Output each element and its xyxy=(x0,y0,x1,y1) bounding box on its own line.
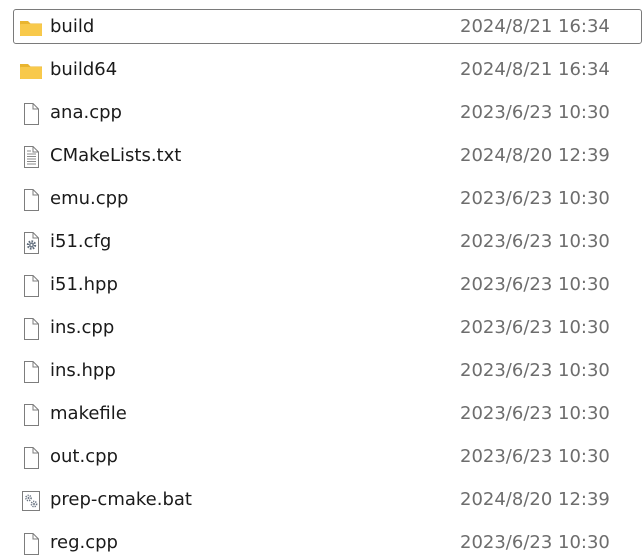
file-icon xyxy=(18,317,44,341)
file-modified-date: 2023/6/23 10:30 xyxy=(460,188,610,209)
text-file-icon xyxy=(18,145,44,169)
file-modified-date: 2024/8/21 16:34 xyxy=(460,59,610,80)
folder-icon xyxy=(18,59,44,83)
file-name: reg.cpp xyxy=(50,532,118,553)
file-name: CMakeLists.txt xyxy=(50,145,182,166)
file-row[interactable]: build64 2024/8/21 16:34 xyxy=(13,52,642,87)
file-modified-date: 2023/6/23 10:30 xyxy=(460,274,610,295)
file-row[interactable]: ana.cpp 2023/6/23 10:30 xyxy=(13,95,642,130)
file-row[interactable]: ins.hpp 2023/6/23 10:30 xyxy=(13,353,642,388)
file-modified-date: 2024/8/20 12:39 xyxy=(460,145,610,166)
file-name: emu.cpp xyxy=(50,188,129,209)
file-row[interactable]: prep-cmake.bat 2024/8/20 12:39 xyxy=(13,482,642,517)
file-row[interactable]: makefile 2023/6/23 10:30 xyxy=(13,396,642,431)
file-name: prep-cmake.bat xyxy=(50,489,192,510)
file-row[interactable]: out.cpp 2023/6/23 10:30 xyxy=(13,439,642,474)
folder-icon xyxy=(18,16,44,40)
file-modified-date: 2023/6/23 10:30 xyxy=(460,403,610,424)
config-file-icon xyxy=(18,231,44,255)
file-icon xyxy=(18,360,44,384)
file-name: ins.cpp xyxy=(50,317,115,338)
file-modified-date: 2024/8/20 12:39 xyxy=(460,489,610,510)
file-name: i51.hpp xyxy=(50,274,118,295)
file-icon xyxy=(18,274,44,298)
file-icon xyxy=(18,102,44,126)
file-name: out.cpp xyxy=(50,446,118,467)
file-name: build xyxy=(50,16,95,37)
file-modified-date: 2023/6/23 10:30 xyxy=(460,231,610,252)
file-row[interactable]: i51.hpp 2023/6/23 10:30 xyxy=(13,267,642,302)
file-row[interactable]: ins.cpp 2023/6/23 10:30 xyxy=(13,310,642,345)
file-modified-date: 2024/8/21 16:34 xyxy=(460,16,610,37)
file-row[interactable]: i51.cfg 2023/6/23 10:30 xyxy=(13,224,642,259)
file-name: ana.cpp xyxy=(50,102,122,123)
file-name: build64 xyxy=(50,59,118,80)
file-name: ins.hpp xyxy=(50,360,116,381)
file-row[interactable]: reg.cpp 2023/6/23 10:30 xyxy=(13,525,642,560)
file-modified-date: 2023/6/23 10:30 xyxy=(460,360,610,381)
file-name: i51.cfg xyxy=(50,231,112,252)
file-icon xyxy=(18,532,44,556)
batch-file-icon xyxy=(18,489,44,513)
file-modified-date: 2023/6/23 10:30 xyxy=(460,446,610,467)
file-modified-date: 2023/6/23 10:30 xyxy=(460,102,610,123)
file-modified-date: 2023/6/23 10:30 xyxy=(460,532,610,553)
file-modified-date: 2023/6/23 10:30 xyxy=(460,317,610,338)
file-icon xyxy=(18,403,44,427)
file-name: makefile xyxy=(50,403,127,424)
file-row[interactable]: CMakeLists.txt 2024/8/20 12:39 xyxy=(13,138,642,173)
file-row-selected[interactable]: build 2024/8/21 16:34 xyxy=(13,9,642,44)
file-icon xyxy=(18,446,44,470)
file-list: build 2024/8/21 16:34 build64 2024/8/21 … xyxy=(0,0,642,560)
file-row[interactable]: emu.cpp 2023/6/23 10:30 xyxy=(13,181,642,216)
file-icon xyxy=(18,188,44,212)
